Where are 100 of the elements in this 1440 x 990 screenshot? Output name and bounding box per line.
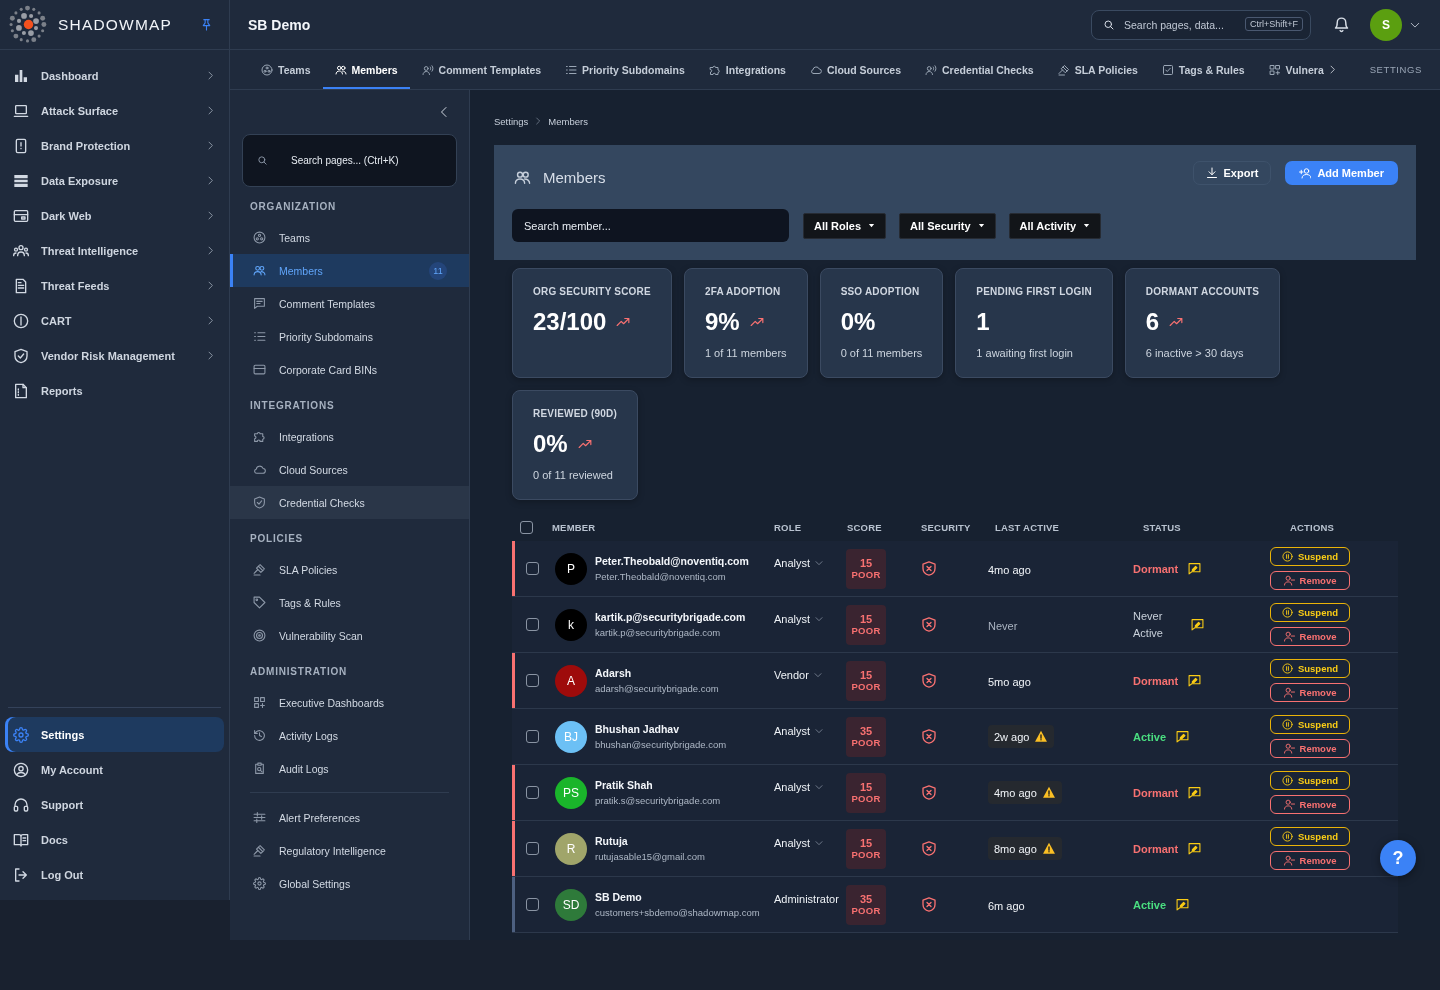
stat-note: 1 awaiting first login [976, 346, 1074, 360]
settings-nav-item[interactable]: Integrations [230, 420, 469, 453]
stat-value: 0% [533, 430, 568, 458]
settings-nav-item[interactable]: Members 11 [230, 254, 469, 287]
suspend-button[interactable]: Suspend [1270, 715, 1350, 734]
nav-item[interactable]: Dark Web [0, 198, 229, 233]
checkbox[interactable] [525, 898, 539, 911]
checkbox[interactable] [525, 730, 539, 743]
nav-item[interactable]: Settings [5, 717, 224, 752]
tab[interactable]: Priority Subdomains [553, 50, 697, 89]
nav-item[interactable]: Threat Feeds [0, 268, 229, 303]
nav-item[interactable]: My Account [5, 752, 224, 787]
remove-button[interactable]: Remove [1270, 571, 1350, 590]
settings-nav-item[interactable]: Executive Dashboards [230, 686, 469, 719]
member-name: SB Demo [595, 891, 643, 903]
checkbox[interactable] [525, 618, 539, 631]
comment-edit-icon[interactable] [1188, 562, 1202, 575]
comment-edit-icon[interactable] [1188, 674, 1202, 687]
settings-nav-item[interactable]: Priority Subdomains [230, 320, 469, 353]
settings-nav-item[interactable]: Vulnerability Scan [230, 619, 469, 652]
comment-edit-icon[interactable] [1188, 786, 1202, 799]
role-dropdown[interactable]: Analyst [774, 557, 824, 569]
breadcrumb-link[interactable]: Settings [494, 115, 529, 127]
comment-edit-icon[interactable] [1176, 898, 1190, 911]
filter-dropdown[interactable]: All Activity [1008, 212, 1102, 239]
role-dropdown[interactable]: Analyst [774, 781, 824, 793]
tab[interactable]: Comment Templates [409, 50, 554, 89]
nav-item[interactable]: Support [5, 787, 224, 822]
comment-edit-icon[interactable] [1188, 842, 1202, 855]
remove-button[interactable]: Remove [1270, 627, 1350, 646]
last-active-time: Never [988, 619, 1018, 632]
filter-dropdown[interactable]: All Roles [803, 212, 887, 239]
filter-dropdown[interactable]: All Security [899, 212, 996, 239]
add-member-button[interactable]: Add Member [1285, 161, 1398, 185]
settings-nav-item[interactable]: Teams [230, 221, 469, 254]
checkbox[interactable] [520, 520, 533, 534]
settings-nav-item[interactable]: Cloud Sources [230, 453, 469, 486]
caret-down-icon [1083, 222, 1091, 229]
tab[interactable]: Cloud Sources [797, 50, 913, 89]
checkbox[interactable] [525, 562, 539, 575]
role-dropdown[interactable]: Analyst [774, 837, 824, 849]
comment-edit-icon[interactable] [1176, 730, 1190, 743]
tab[interactable]: Members [322, 50, 410, 89]
avatar: A [555, 664, 587, 697]
checkbox[interactable] [525, 674, 539, 687]
pin-icon[interactable] [200, 18, 213, 31]
settings-nav-item[interactable]: Audit Logs [230, 752, 469, 785]
status-label: Dormant [1133, 842, 1179, 855]
suspend-button[interactable]: Suspend [1270, 827, 1350, 846]
tab[interactable]: Teams [249, 50, 323, 89]
settings-nav-item[interactable]: Tags & Rules [230, 586, 469, 619]
role-dropdown[interactable]: Analyst [774, 613, 824, 625]
avatar: k [555, 608, 587, 641]
nav-item[interactable]: Data Exposure [0, 163, 229, 198]
checkbox[interactable] [525, 842, 539, 855]
remove-button[interactable]: Remove [1270, 795, 1350, 814]
nav-item[interactable]: Reports [0, 373, 229, 408]
remove-button[interactable]: Remove [1270, 851, 1350, 870]
remove-button[interactable]: Remove [1270, 739, 1350, 758]
settings-nav-item[interactable]: Global Settings [230, 867, 469, 900]
nav-item[interactable]: Dashboard [0, 58, 229, 93]
settings-nav-item[interactable]: Corporate Card BINs [230, 353, 469, 386]
settings-nav-item[interactable]: Regulatory Intelligence [230, 834, 469, 867]
tab[interactable]: Vulnera [1256, 50, 1336, 89]
search-field[interactable]: Search pages... (Ctrl+K) [242, 134, 457, 187]
role-dropdown[interactable]: Vendor [774, 669, 822, 681]
export-button[interactable]: Export [1192, 161, 1272, 185]
suspend-button[interactable]: Suspend [1270, 659, 1350, 678]
settings-nav-item[interactable]: Alert Preferences [230, 801, 469, 834]
chevron-right-icon[interactable] [1327, 65, 1337, 74]
settings-nav-item[interactable]: Credential Checks [230, 486, 469, 519]
breadcrumb-current: Members [548, 115, 588, 127]
gavel-icon [253, 844, 266, 857]
nav-item[interactable]: Brand Protection [0, 128, 229, 163]
nav-item[interactable]: Attack Surface [0, 93, 229, 128]
status-label: Dormant [1133, 562, 1179, 575]
search-field[interactable]: Search member... [512, 209, 789, 242]
nav-item[interactable]: Vendor Risk Management [0, 338, 229, 373]
chevron-left-icon[interactable] [438, 106, 450, 118]
settings-nav-item[interactable]: Activity Logs [230, 719, 469, 752]
comment-edit-icon[interactable] [1191, 618, 1204, 631]
tab[interactable]: SLA Policies [1045, 50, 1150, 89]
shield-check-icon [13, 347, 29, 364]
pause-circle-icon [1281, 831, 1293, 842]
nav-item[interactable]: CART [0, 303, 229, 338]
checkbox[interactable] [525, 786, 539, 799]
role-dropdown[interactable]: Analyst [774, 725, 824, 737]
tab[interactable]: Integrations [696, 50, 798, 89]
suspend-button[interactable]: Suspend [1270, 771, 1350, 790]
remove-button[interactable]: Remove [1270, 683, 1350, 702]
suspend-button[interactable]: Suspend [1270, 603, 1350, 622]
nav-item[interactable]: Log Out [5, 857, 224, 892]
tab[interactable]: Tags & Rules [1149, 50, 1257, 89]
bell-icon[interactable] [1333, 16, 1350, 33]
settings-nav-item[interactable]: SLA Policies [230, 553, 469, 586]
nav-item[interactable]: Docs [5, 822, 224, 857]
nav-item[interactable]: Threat Intelligence [0, 233, 229, 268]
tab[interactable]: Credential Checks [913, 50, 1046, 89]
settings-nav-item[interactable]: Comment Templates [230, 287, 469, 320]
suspend-button[interactable]: Suspend [1270, 547, 1350, 566]
